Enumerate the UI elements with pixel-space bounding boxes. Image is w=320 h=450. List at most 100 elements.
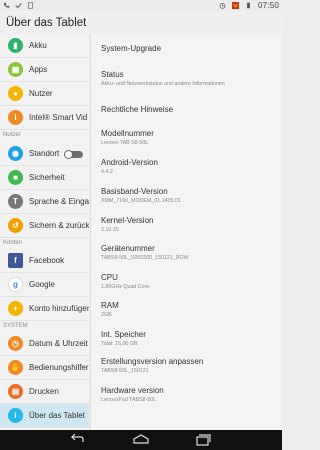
detail-title: CPU bbox=[101, 273, 118, 282]
sidebar-item-label: Apps bbox=[29, 65, 48, 74]
add-account-icon: + bbox=[8, 301, 23, 316]
detail-title: Int. Speicher bbox=[101, 330, 146, 339]
detail-title: Hardware version bbox=[101, 386, 164, 395]
sidebar-item-label: Google bbox=[29, 280, 55, 289]
sidebar-item[interactable]: + Konto hinzufüger bbox=[0, 297, 89, 321]
detail-title: Modellnummer bbox=[101, 129, 154, 138]
detail-value: Akku- und Netzwerkstatus und andere Info… bbox=[101, 81, 225, 87]
sidebar-item[interactable]: ● Nutzer bbox=[0, 82, 89, 106]
location-icon: ◉ bbox=[8, 146, 23, 161]
detail-title: Gerätenummer bbox=[101, 244, 155, 253]
lock-icon: ■ bbox=[8, 170, 23, 185]
detail-title: Rechtliche Hinweise bbox=[101, 105, 174, 114]
detail-row[interactable]: Int. Speicher Total: 16,00 GB bbox=[101, 330, 279, 347]
sidebar-item[interactable]: ◉ Standort bbox=[0, 142, 89, 166]
detail-row[interactable]: Gerätenummer TABS8-50L_S000200_150121_ROW bbox=[101, 244, 279, 261]
language-icon: T bbox=[8, 194, 23, 209]
detail-title: Kernel-Version bbox=[101, 216, 154, 225]
detail-value: XMM_7160_MODEM_01.1435.01 bbox=[101, 198, 181, 204]
sidebar-item[interactable]: ■ Sicherheit bbox=[0, 166, 89, 190]
sidebar-item[interactable]: ▦ Apps bbox=[0, 58, 89, 82]
section-header: SYSTEM bbox=[3, 323, 28, 329]
sidebar-item[interactable]: f Facebook bbox=[0, 249, 89, 273]
user-icon: ● bbox=[8, 86, 23, 101]
home-button[interactable] bbox=[131, 434, 151, 446]
alarm-icon bbox=[219, 3, 226, 9]
sidebar-item-label: Facebook bbox=[29, 256, 65, 265]
accessibility-icon: ✋ bbox=[8, 360, 23, 375]
sidebar-item[interactable]: ▤ Drucken bbox=[0, 380, 89, 404]
detail-row[interactable]: Modellnummer Lenovo TAB S8-50L bbox=[101, 129, 279, 146]
sidebar-item-label: Sicherheit bbox=[29, 173, 65, 182]
phone-icon bbox=[3, 2, 10, 8]
sidebar-item[interactable]: g Google bbox=[0, 273, 89, 297]
info-icon: i bbox=[8, 408, 23, 423]
detail-title: Android-Version bbox=[101, 158, 158, 167]
status-time: 07:50 bbox=[257, 1, 279, 10]
battery-icon: ▮ bbox=[8, 38, 23, 53]
navigation-bar bbox=[0, 430, 282, 450]
section-header: Konten bbox=[3, 240, 23, 246]
detail-title: Erstellungsversion anpassen bbox=[101, 357, 204, 366]
detail-row[interactable]: System-Upgrade bbox=[101, 44, 279, 53]
detail-title: Status bbox=[101, 70, 124, 79]
detail-row[interactable]: Status Akku- und Netzwerkstatus und ander… bbox=[101, 70, 279, 87]
detail-row[interactable]: Rechtliche Hinweise bbox=[101, 105, 279, 114]
detail-row[interactable]: Erstellungsversion anpassen TABS8-50L_150… bbox=[101, 357, 279, 374]
battery-status-icon bbox=[247, 2, 250, 9]
sidebar-item-label: Konto hinzufüger bbox=[29, 304, 89, 313]
sidebar-item[interactable]: i Intel® Smart Vid bbox=[0, 106, 89, 130]
clock-icon: ◷ bbox=[8, 336, 23, 351]
detail-title: Basisband-Version bbox=[101, 187, 168, 196]
sidebar-item-label: Drucken bbox=[29, 387, 59, 396]
sidebar-item-label: Sichern & zurückl bbox=[29, 221, 89, 230]
intel-icon: i bbox=[8, 110, 23, 125]
recent-apps-button[interactable] bbox=[193, 434, 213, 446]
notification-icon bbox=[28, 2, 33, 9]
detail-title: RAM bbox=[101, 301, 119, 310]
sidebar-item[interactable]: ↺ Sichern & zurückl bbox=[0, 214, 89, 238]
detail-row[interactable]: Hardware version LenovoPad TABS8-50L bbox=[101, 386, 279, 403]
sidebar-item[interactable]: ▮ Akku bbox=[0, 34, 89, 58]
sidebar-item-label: Sprache & Eingal bbox=[29, 197, 89, 206]
sidebar-item-label: Datum & Uhrzeit bbox=[29, 339, 88, 348]
app-bar: Über das Tablet bbox=[0, 11, 282, 34]
back-button[interactable] bbox=[66, 434, 86, 446]
detail-row[interactable]: Kernel-Version 3.10.20 bbox=[101, 216, 279, 233]
detail-title: System-Upgrade bbox=[101, 44, 162, 53]
backup-icon: ↺ bbox=[8, 218, 23, 233]
sidebar-item[interactable]: i Über das Tablet bbox=[0, 404, 89, 428]
toggle-knob bbox=[64, 149, 73, 159]
detail-value: 2GB bbox=[101, 312, 112, 318]
apps-icon: ▦ bbox=[8, 62, 23, 77]
detail-value: 4.4.2 bbox=[101, 169, 113, 175]
detail-row[interactable]: Android-Version 4.4.2 bbox=[101, 158, 279, 175]
page-title: Über das Tablet bbox=[6, 17, 87, 29]
detail-row[interactable]: RAM 2GB bbox=[101, 301, 279, 318]
detail-row[interactable]: Basisband-Version XMM_7160_MODEM_01.1435.… bbox=[101, 187, 279, 204]
sidebar-item[interactable]: ✋ Bedienungshilfer bbox=[0, 356, 89, 380]
settings-sidebar: ▮ Akku ▦ Apps ● Nutzer i Intel® Smart Vid ◉ Stand… bbox=[0, 34, 89, 430]
location-toggle[interactable] bbox=[64, 149, 83, 159]
check-icon bbox=[15, 3, 22, 9]
app-badge-icon bbox=[231, 2, 239, 9]
detail-value: 1.86GHz Quad Core bbox=[101, 284, 150, 290]
sidebar-item-label: Bedienungshilfer bbox=[29, 363, 89, 372]
sidebar-item-label: Nutzer bbox=[29, 89, 53, 98]
sidebar-item-label: Über das Tablet bbox=[29, 411, 85, 420]
detail-value: Total: 16,00 GB bbox=[101, 341, 138, 347]
about-tablet-details: System-Upgrade Status Akku- und Netzwerkst… bbox=[90, 34, 282, 430]
detail-row[interactable]: CPU 1.86GHz Quad Core bbox=[101, 273, 279, 290]
sidebar-item-label: Intel® Smart Vid bbox=[29, 113, 88, 122]
section-header: Nutzer bbox=[3, 132, 21, 138]
sidebar-item-label: Akku bbox=[29, 41, 47, 50]
google-icon: g bbox=[8, 277, 23, 292]
status-bar: 07:50 bbox=[0, 0, 282, 11]
sidebar-item[interactable]: T Sprache & Eingal bbox=[0, 190, 89, 214]
detail-value: TABS8-50L_S000200_150121_ROW bbox=[101, 255, 189, 261]
detail-value: LenovoPad TABS8-50L bbox=[101, 397, 157, 403]
detail-value: 3.10.20 bbox=[101, 227, 119, 233]
sidebar-item[interactable]: ◷ Datum & Uhrzeit bbox=[0, 332, 89, 356]
detail-value: Lenovo TAB S8-50L bbox=[101, 140, 149, 146]
print-icon: ▤ bbox=[8, 384, 23, 399]
